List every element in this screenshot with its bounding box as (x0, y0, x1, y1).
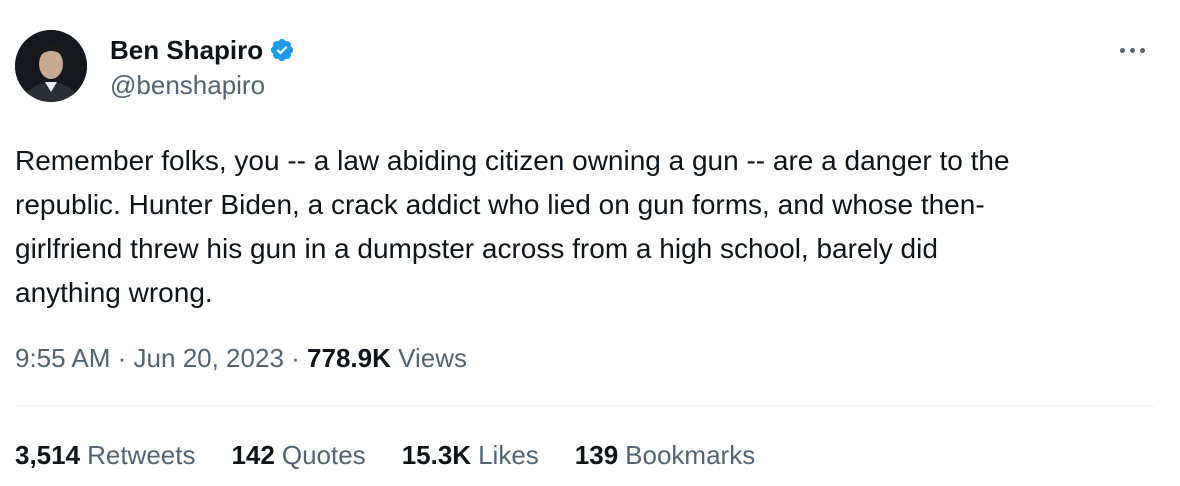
tweet-meta: 9:55 AM · Jun 20, 2023 · 778.9K Views (15, 341, 467, 375)
verified-badge-icon[interactable] (269, 37, 295, 63)
stat-label: Quotes (281, 440, 366, 470)
dot-icon (1119, 47, 1125, 53)
retweets-stat[interactable]: 3,514 Retweets (15, 438, 195, 472)
divider (15, 406, 1155, 407)
author-handle[interactable]: @benshapiro (110, 68, 265, 102)
stat-count: 15.3K (401, 440, 472, 470)
stat-label: Likes (478, 440, 539, 470)
stat-count: 3,514 (15, 440, 81, 470)
tweet-timestamp[interactable]: 9:55 AM · Jun 20, 2023 (15, 343, 284, 373)
tweet-card: Ben Shapiro @benshapiro Remember folks, … (0, 0, 1180, 486)
author-name-row: Ben Shapiro (110, 33, 295, 67)
more-horizontal-icon[interactable] (1112, 38, 1152, 62)
views-count: 778.9K (307, 343, 391, 373)
likes-stat[interactable]: 15.3K Likes (402, 438, 539, 472)
avatar[interactable] (15, 30, 87, 102)
stat-count: 142 (231, 440, 275, 470)
dot-icon (1139, 47, 1145, 53)
stat-count: 139 (574, 440, 619, 470)
tweet-text: Remember folks, you -- a law abiding cit… (15, 145, 1010, 308)
tweet-date: Jun 20, 2023 (133, 343, 284, 373)
author-display-name[interactable]: Ben Shapiro (110, 33, 263, 67)
bookmarks-stat[interactable]: 139 Bookmarks (575, 438, 755, 472)
tweet-time: 9:55 AM (15, 343, 111, 373)
views-label: Views (398, 343, 468, 373)
dot-icon (1129, 47, 1135, 53)
stat-label: Bookmarks (625, 440, 756, 470)
separator: · (117, 343, 127, 373)
engagement-stats: 3,514 Retweets 142 Quotes 15.3K Likes 139 Bo… (15, 438, 755, 472)
quotes-stat[interactable]: 142 Quotes (231, 438, 365, 472)
stat-label: Retweets (87, 440, 196, 470)
separator: · (291, 343, 300, 373)
